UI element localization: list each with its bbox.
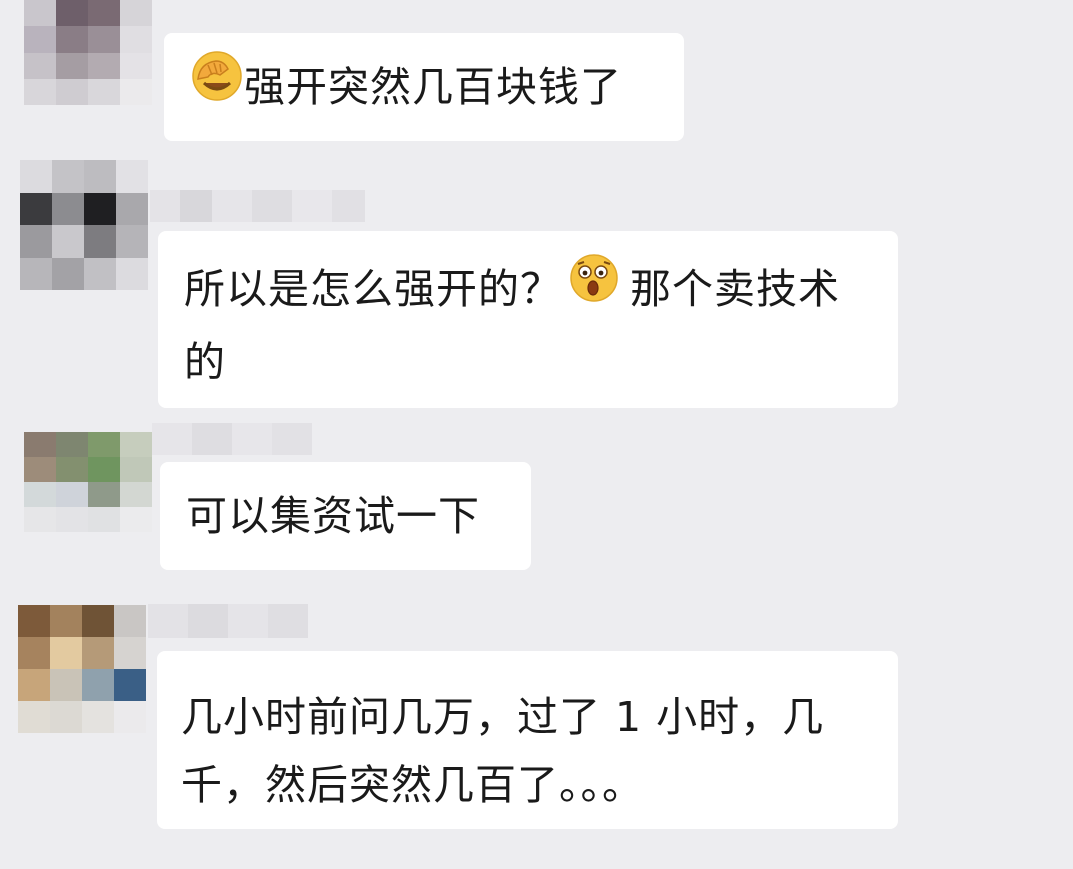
- avatar-pixel: [114, 701, 146, 733]
- sender-name: [152, 423, 312, 455]
- avatar-pixel: [120, 26, 152, 53]
- avatar-pixel: [50, 605, 82, 637]
- avatar-pixel: [120, 507, 152, 532]
- avatar-pixel: [20, 192, 52, 225]
- avatar-pixel: [114, 669, 146, 701]
- avatar-pixel: [84, 225, 116, 258]
- avatar-pixel: [56, 432, 88, 457]
- avatar-pixel: [56, 52, 88, 79]
- avatar-pixel: [56, 78, 88, 105]
- avatar-pixel: [24, 507, 56, 532]
- avatar-pixel: [50, 637, 82, 669]
- avatar-pixel: [24, 482, 56, 507]
- avatar-pixel: [84, 160, 116, 193]
- avatar-pixel: [24, 0, 56, 27]
- avatar-pixel: [24, 78, 56, 105]
- avatar-pixel: [56, 26, 88, 53]
- avatar-pixel: [56, 0, 88, 27]
- avatar[interactable]: [18, 605, 146, 733]
- avatar-pixel: [24, 457, 56, 482]
- message-bubble[interactable]: 强开突然几百块钱了: [164, 33, 684, 141]
- avatar-pixel: [18, 637, 50, 669]
- avatar-pixel: [56, 482, 88, 507]
- avatar-pixel: [82, 605, 114, 637]
- avatar-pixel: [120, 457, 152, 482]
- avatar-pixel: [88, 507, 120, 532]
- avatar-pixel: [120, 432, 152, 457]
- message-text: 所以是怎么强开的？: [184, 265, 562, 313]
- avatar-pixel: [82, 669, 114, 701]
- avatar-pixel: [88, 482, 120, 507]
- avatar-pixel: [18, 605, 50, 637]
- avatar-pixel: [52, 160, 84, 193]
- sender-name: [148, 604, 308, 638]
- avatar-pixel: [84, 192, 116, 225]
- avatar-pixel: [116, 192, 148, 225]
- message-text: 几小时前问几万，过了 1 小时，几千，然后突然几百了。。。: [181, 693, 825, 809]
- avatar-pixel: [120, 482, 152, 507]
- message-text: 可以集资试一下: [186, 492, 480, 540]
- avatar-pixel: [50, 701, 82, 733]
- message-bubble[interactable]: 所以是怎么强开的？ 那个卖技术的: [158, 231, 898, 408]
- avatar-pixel: [24, 432, 56, 457]
- avatar-pixel: [52, 225, 84, 258]
- avatar-pixel: [20, 225, 52, 258]
- avatar-pixel: [18, 701, 50, 733]
- avatar-pixel: [116, 160, 148, 193]
- avatar-pixel: [114, 637, 146, 669]
- avatar-pixel: [88, 457, 120, 482]
- shocked-emoji-icon: [568, 252, 620, 324]
- avatar-pixel: [116, 225, 148, 258]
- avatar-pixel: [56, 507, 88, 532]
- avatar-pixel: [82, 637, 114, 669]
- avatar-pixel: [114, 605, 146, 637]
- avatar-pixel: [120, 52, 152, 79]
- avatar-pixel: [84, 257, 116, 290]
- avatar-pixel: [120, 0, 152, 27]
- avatar-pixel: [88, 52, 120, 79]
- facepalm-emoji-icon: [190, 49, 244, 123]
- message-bubble[interactable]: 几小时前问几万，过了 1 小时，几千，然后突然几百了。。。: [157, 651, 898, 829]
- avatar-pixel: [88, 26, 120, 53]
- avatar-pixel: [56, 457, 88, 482]
- avatar-pixel: [120, 78, 152, 105]
- avatar-pixel: [52, 192, 84, 225]
- avatar-pixel: [82, 701, 114, 733]
- avatar-pixel: [24, 52, 56, 79]
- avatar-pixel: [20, 257, 52, 290]
- sender-name: [150, 190, 365, 222]
- avatar[interactable]: [24, 0, 152, 105]
- avatar-pixel: [88, 432, 120, 457]
- avatar-pixel: [116, 257, 148, 290]
- avatar-pixel: [52, 257, 84, 290]
- avatar-pixel: [24, 26, 56, 53]
- avatar-pixel: [20, 160, 52, 193]
- avatar-pixel: [18, 669, 50, 701]
- message-text: 强开突然几百块钱了: [244, 63, 622, 111]
- avatar-pixel: [88, 0, 120, 27]
- avatar-pixel: [50, 669, 82, 701]
- avatar[interactable]: [20, 160, 148, 290]
- avatar[interactable]: [24, 432, 152, 532]
- message-bubble[interactable]: 可以集资试一下: [160, 462, 531, 570]
- avatar-pixel: [88, 78, 120, 105]
